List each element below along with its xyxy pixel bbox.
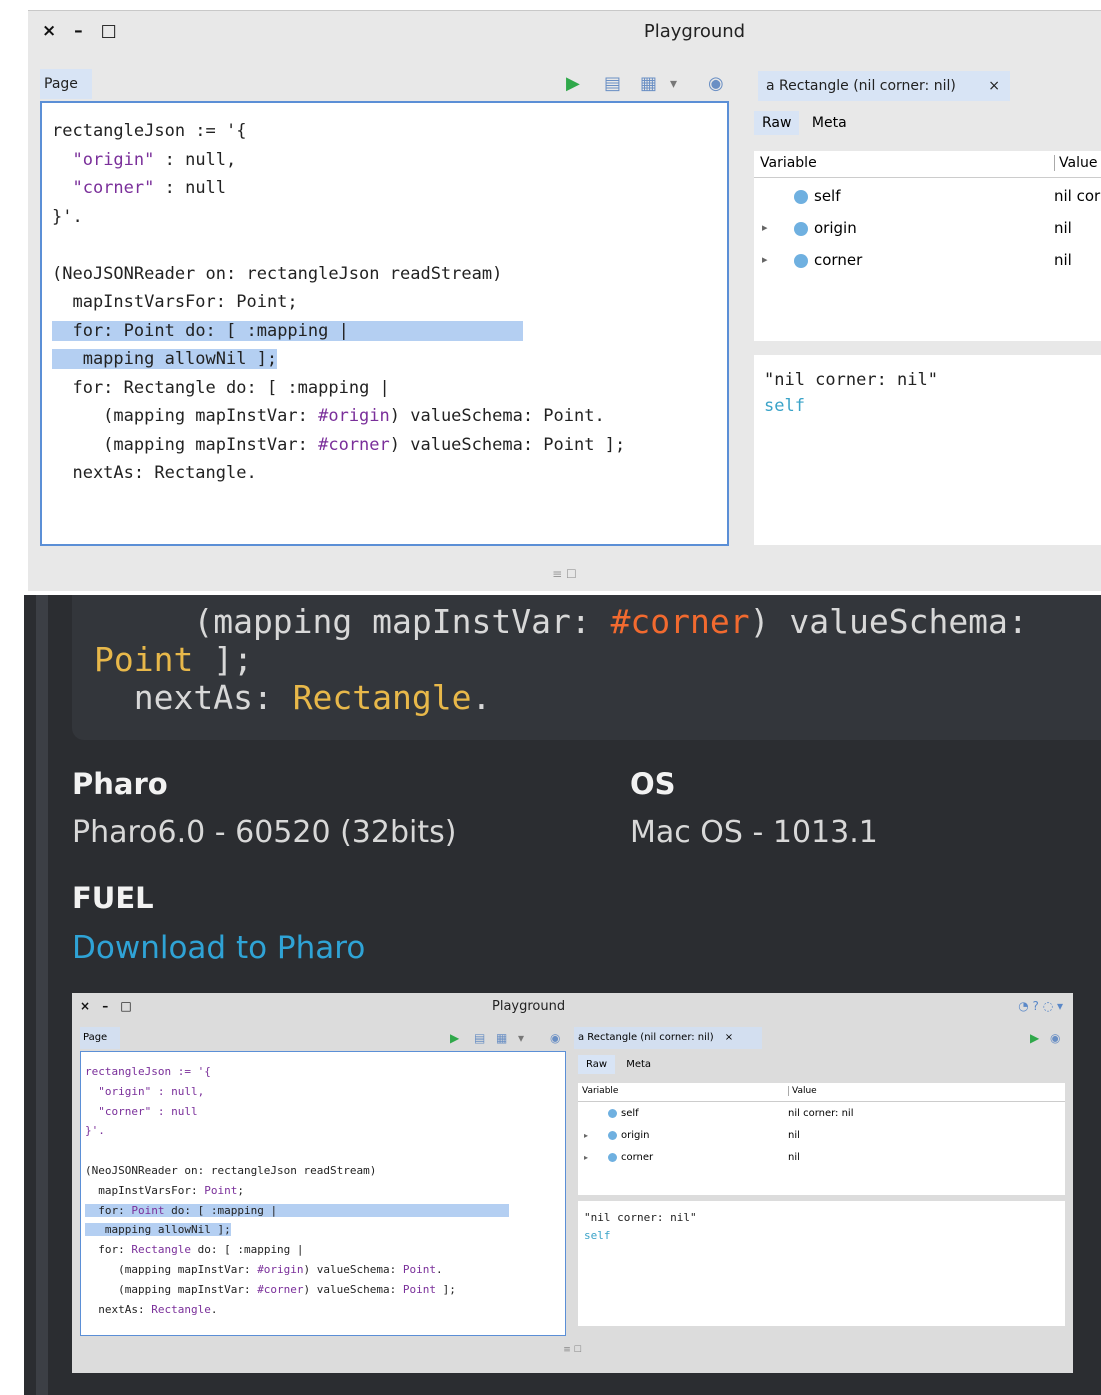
evaluator-text: "nil corner: nil" self — [764, 370, 938, 416]
column-header-value: Value — [788, 1086, 817, 1096]
tab-meta[interactable]: Meta — [804, 111, 855, 135]
inspector-tab-label: a Rectangle (nil corner: nil) — [578, 1032, 714, 1043]
window-title: Playground — [492, 999, 566, 1014]
expand-triangle-icon: ▸ — [584, 1131, 589, 1140]
debug-icon[interactable]: ◉ — [708, 69, 724, 99]
expand-triangle-icon: ▸ — [584, 1153, 589, 1162]
instance-variable-icon — [608, 1152, 617, 1162]
debug-icon: ◉ — [550, 1031, 561, 1045]
instance-variable-icon — [794, 221, 808, 236]
variable-value: nil — [1054, 251, 1072, 269]
variable-value: nil — [1054, 219, 1072, 237]
evaluator-text: "nil corner: nil" self — [584, 1211, 697, 1242]
variable-name: corner — [814, 251, 863, 269]
left-border — [36, 595, 48, 1395]
variables-table: Variable Value self nil corner: nil ▸ or… — [754, 151, 1101, 341]
dropdown-chevron-icon: ▾ — [518, 1031, 525, 1045]
layout-icon: ▦ — [496, 1031, 508, 1045]
instance-variable-icon — [794, 189, 808, 204]
table-header: Variable Value — [754, 151, 1101, 178]
document-icon: ▤ — [474, 1031, 486, 1045]
instance-variable-icon — [794, 253, 808, 268]
playground-window: × – □ Playground Page ▶ ▤ ▦ ▾ ◉ a Rectan… — [28, 10, 1101, 591]
fuel-label: FUEL — [72, 881, 154, 915]
window-menu-icons: ◔ ? ◌ ▾ — [1018, 999, 1063, 1013]
pharo-version: Pharo6.0 - 60520 (32bits) — [72, 815, 457, 850]
play-icon: ▶ — [450, 1031, 460, 1045]
table-header: Variable Value — [578, 1083, 1065, 1102]
dropdown-chevron-icon[interactable]: ▾ — [670, 69, 677, 99]
code-text: rectangleJson := '{ "origin" : null, "co… — [52, 121, 626, 483]
tab-inspector[interactable]: a Rectangle (nil corner: nil) × — [758, 71, 1010, 101]
play-icon[interactable]: ▶ — [566, 69, 580, 99]
code-editor: rectangleJson := '{ "origin" : null, "co… — [80, 1051, 566, 1336]
column-header-variable[interactable]: Variable — [760, 155, 817, 171]
inspector-pane: Raw Meta Variable Value self nil corner:… — [742, 101, 1101, 546]
table-row: self nil corner: nil — [578, 1103, 1065, 1125]
table-row[interactable]: ▸ origin nil — [754, 213, 1101, 243]
tab-page[interactable]: Page — [40, 69, 92, 99]
download-link[interactable]: Download to Pharo — [72, 930, 365, 966]
close-icon[interactable]: × — [988, 71, 1000, 101]
tab-raw[interactable]: Raw — [754, 111, 800, 135]
expand-triangle-icon[interactable]: ▸ — [762, 245, 768, 275]
code-text: rectangleJson := '{ "origin" : null, "co… — [85, 1062, 509, 1319]
variable-name: self — [621, 1108, 639, 1119]
inspector-subtabs: Raw Meta — [754, 111, 855, 141]
playground-screenshot: × – □ Playground ◔ ? ◌ ▾ Page ▶ ▤ ▦ ▾ ◉ … — [72, 993, 1073, 1373]
code-editor[interactable]: rectangleJson := '{ "origin" : null, "co… — [40, 101, 729, 546]
os-version: Mac OS - 1013.1 — [630, 815, 878, 850]
column-header-value[interactable]: Value — [1054, 155, 1097, 171]
table-row: ▸ corner nil — [578, 1147, 1065, 1169]
tab-meta: Meta — [626, 1059, 652, 1070]
title-bar: × – □ Playground — [28, 11, 1101, 53]
expand-triangle-icon[interactable]: ▸ — [762, 213, 768, 243]
play-icon: ▶ — [1030, 1031, 1040, 1045]
variable-name: origin — [621, 1130, 650, 1141]
code-block-text: (mapping mapInstVar: #corner) valueSchem… — [94, 602, 1028, 717]
variable-value: nil corner: nil — [1054, 187, 1101, 205]
variable-value: nil — [788, 1152, 800, 1163]
variables-table: Variable Value self nil corner: nil ▸ or… — [578, 1083, 1065, 1195]
column-header-variable: Variable — [582, 1086, 619, 1096]
os-label: OS — [630, 767, 676, 801]
table-row[interactable]: self nil corner: nil — [754, 181, 1101, 211]
table-row[interactable]: ▸ corner nil — [754, 245, 1101, 275]
evaluator-pane[interactable]: "nil corner: nil" self — [754, 355, 1101, 545]
inspector-pane: Raw Meta Variable Value self nil corner:… — [574, 1051, 1073, 1336]
variable-name: origin — [814, 219, 857, 237]
tab-page: Page — [80, 1027, 120, 1049]
status-bar: ≡ ☐ — [552, 567, 577, 581]
document-icon[interactable]: ▤ — [604, 69, 621, 99]
debug-icon: ◉ — [1050, 1031, 1061, 1045]
variable-name: self — [814, 187, 841, 205]
variable-value: nil corner: nil — [788, 1108, 854, 1119]
window-title: Playground — [643, 21, 746, 42]
status-bar: ≡ ☐ — [563, 1345, 582, 1355]
variable-name: corner — [621, 1152, 654, 1163]
tab-raw: Raw — [578, 1055, 616, 1074]
instance-variable-icon — [608, 1108, 617, 1118]
inspector-subtabs: Raw Meta — [578, 1055, 659, 1074]
window-control-buttons: × – □ — [80, 999, 136, 1013]
variable-value: nil — [788, 1130, 800, 1141]
instance-variable-icon — [608, 1130, 617, 1140]
pharo-label: Pharo — [72, 767, 168, 801]
close-icon: × — [724, 1032, 734, 1043]
code-block: (mapping mapInstVar: #corner) valueSchem… — [72, 595, 1101, 740]
tab-inspector: a Rectangle (nil corner: nil) × — [574, 1027, 762, 1049]
evaluator-pane: "nil corner: nil" self — [578, 1201, 1065, 1326]
table-row: ▸ origin nil — [578, 1125, 1065, 1147]
package-page: (mapping mapInstVar: #corner) valueSchem… — [24, 595, 1101, 1395]
layout-icon[interactable]: ▦ — [640, 69, 657, 99]
inspector-tab-label: a Rectangle (nil corner: nil) — [766, 78, 956, 94]
